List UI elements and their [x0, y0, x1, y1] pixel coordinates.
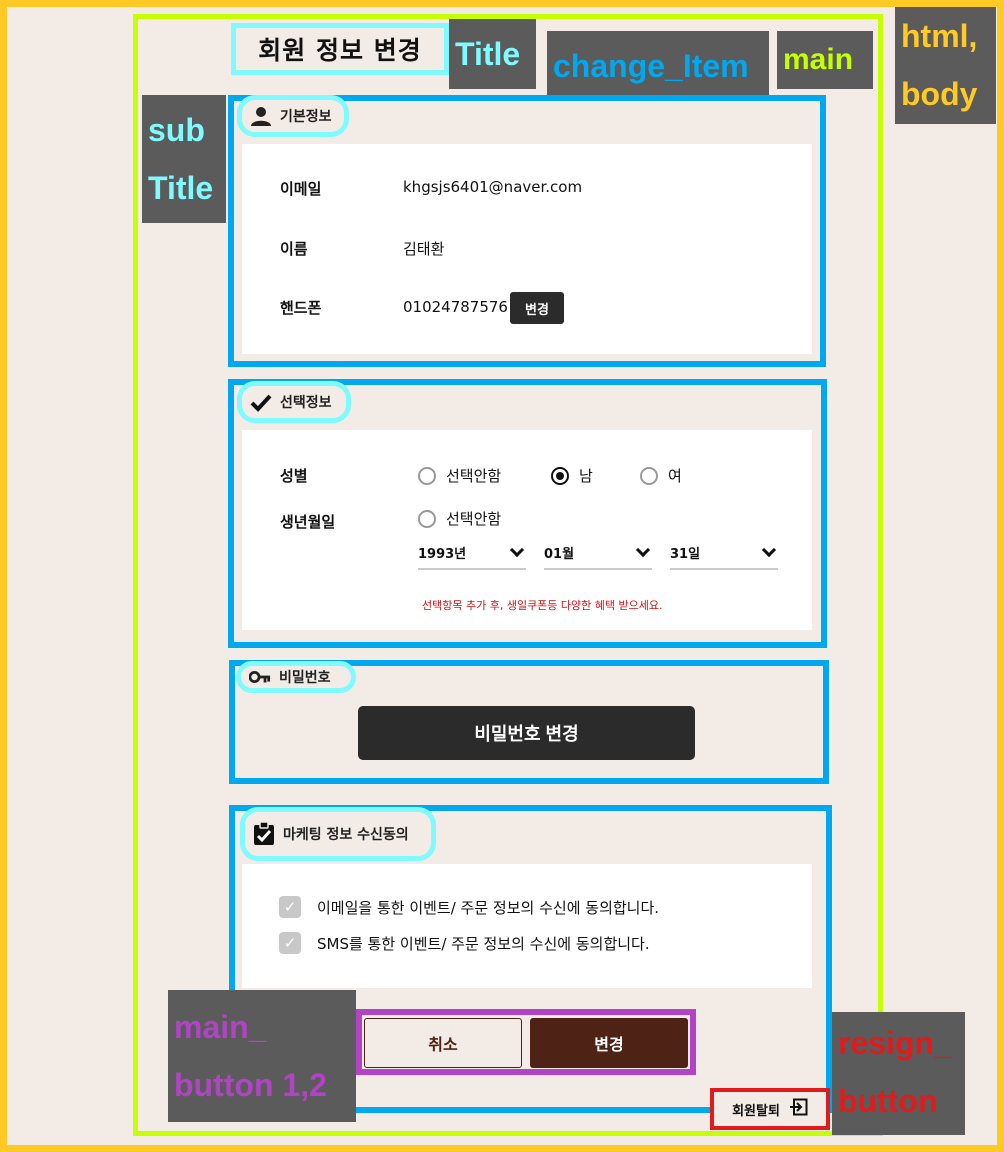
- chevron-down-icon: [509, 542, 525, 558]
- resign-button[interactable]: 회원탈퇴: [710, 1088, 830, 1130]
- email-consent-label: 이메일을 통한 이벤트/ 주문 정보의 수신에 동의합니다.: [317, 898, 660, 917]
- radio-indicator: [640, 466, 658, 485]
- annotation-main: main: [777, 31, 873, 89]
- annotation-sub-title-line2: Title: [148, 170, 214, 206]
- gender-option-female[interactable]: 여: [640, 465, 682, 486]
- phone-value: 01024787576: [403, 298, 508, 316]
- year-select[interactable]: 1993년: [418, 536, 526, 570]
- annotation-change-item: change_Item: [547, 31, 769, 95]
- subtitle-password: 비밀번호: [236, 661, 356, 693]
- gender-option-none-label: 선택안함: [446, 467, 502, 485]
- checkmark-icon: [250, 391, 272, 413]
- name-value: 김태환: [403, 240, 445, 258]
- gender-option-male[interactable]: 남: [551, 465, 593, 486]
- sms-consent-checkbox[interactable]: ✓ SMS를 통한 이벤트/ 주문 정보의 수신에 동의합니다.: [279, 932, 650, 954]
- annotation-main-label: main: [783, 43, 854, 76]
- birthday-notice: 선택항목 추가 후, 생일쿠폰등 다양한 혜택 받으세요.: [422, 599, 663, 612]
- annotation-html-body-line2: body: [901, 76, 978, 112]
- annotation-change-item-label: change_Item: [553, 48, 749, 84]
- email-consent-checkbox[interactable]: ✓ 이메일을 통한 이벤트/ 주문 정보의 수신에 동의합니다.: [279, 896, 659, 918]
- password-change-button[interactable]: 비밀번호 변경: [358, 706, 695, 760]
- annotation-resign-button-line1: resign_: [838, 1025, 952, 1061]
- email-value: khgsjs6401@naver.com: [403, 178, 583, 196]
- name-label: 이름: [280, 240, 308, 258]
- cancel-button[interactable]: 취소: [364, 1018, 522, 1068]
- chevron-down-icon: [761, 542, 777, 558]
- page-title: 회원 정보 변경: [231, 23, 449, 75]
- radio-indicator: [418, 509, 436, 528]
- phone-label: 핸드폰: [280, 299, 322, 317]
- annotation-resign-button-line2: button: [838, 1083, 938, 1119]
- subtitle-basic-info: 기본정보: [237, 95, 349, 137]
- resign-button-label: 회원탈퇴: [732, 1103, 780, 1119]
- gender-label: 성별: [280, 467, 308, 485]
- month-select-value: 01월: [544, 546, 575, 562]
- annotation-sub-title: sub Title: [142, 95, 226, 223]
- gender-option-female-label: 여: [668, 467, 682, 485]
- marketing-panel: [242, 864, 812, 988]
- subtitle-password-label: 비밀번호: [279, 670, 331, 686]
- annotation-sub-title-line1: sub: [148, 112, 205, 148]
- annotation-title-label: Title: [455, 36, 521, 72]
- annotation-main-button: main_ button 1,2: [168, 990, 356, 1122]
- radio-indicator: [418, 466, 436, 485]
- annotation-resign-button: resign_ button: [832, 1012, 965, 1135]
- logout-icon: [789, 1098, 808, 1120]
- month-select[interactable]: 01월: [544, 536, 652, 570]
- annotation-html-body: html, body: [895, 7, 996, 124]
- sms-consent-label: SMS를 통한 이벤트/ 주문 정보의 수신에 동의합니다.: [317, 934, 650, 953]
- email-label: 이메일: [280, 180, 322, 198]
- clipboard-check-icon: [253, 822, 275, 845]
- year-select-value: 1993년: [418, 546, 467, 562]
- key-icon: [249, 666, 271, 688]
- birth-option-none[interactable]: 선택안함: [418, 508, 501, 529]
- annotation-title: Title: [449, 19, 536, 89]
- radio-indicator-selected: [551, 466, 569, 485]
- annotation-main-button-line1: main_: [174, 1009, 267, 1045]
- birth-label: 생년월일: [280, 513, 336, 531]
- subtitle-basic-info-label: 기본정보: [280, 109, 332, 125]
- check-icon: ✓: [279, 932, 301, 954]
- phone-change-button[interactable]: 변경: [510, 292, 564, 324]
- change-button[interactable]: 변경: [530, 1018, 688, 1068]
- day-select[interactable]: 31일: [670, 536, 778, 570]
- annotation-main-button-line2: button 1,2: [174, 1067, 327, 1103]
- person-icon: [250, 105, 272, 127]
- day-select-value: 31일: [670, 546, 701, 562]
- subtitle-optional-info-label: 선택정보: [280, 395, 332, 411]
- subtitle-marketing-label: 마케팅 정보 수신동의: [283, 827, 409, 843]
- birth-option-none-label: 선택안함: [446, 510, 502, 528]
- subtitle-marketing: 마케팅 정보 수신동의: [240, 807, 436, 861]
- chevron-down-icon: [635, 542, 651, 558]
- gender-option-none[interactable]: 선택안함: [418, 465, 501, 486]
- gender-option-male-label: 남: [579, 467, 593, 485]
- check-icon: ✓: [279, 896, 301, 918]
- subtitle-optional-info: 선택정보: [237, 381, 351, 423]
- annotation-html-body-line1: html,: [901, 18, 978, 54]
